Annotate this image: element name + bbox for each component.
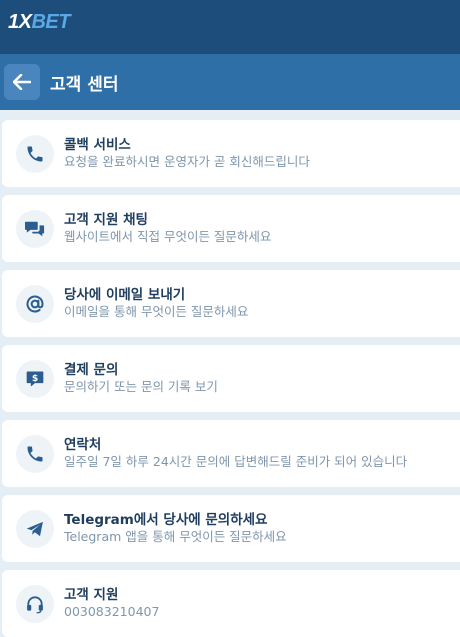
list-item-support-chat[interactable]: 고객 지원 채팅 웹사이트에서 직접 무엇이든 질문하세요: [2, 195, 460, 262]
telegram-icon: [16, 509, 54, 548]
item-subtitle: 이메일을 통해 무엇이든 질문하세요: [64, 304, 249, 319]
page-title: 고객 센터: [50, 74, 119, 95]
item-title: 콜백 서비스: [64, 137, 131, 153]
item-title: Telegram에서 당사에 문의하세요: [64, 512, 268, 528]
svg-text:$: $: [32, 373, 38, 384]
chat-icon: [16, 209, 54, 248]
top-bar: 1XBET: [0, 0, 460, 54]
arrow-left-icon: [13, 74, 31, 90]
phone-icon: [16, 134, 54, 173]
logo-text-b: BET: [31, 11, 70, 33]
brand-logo[interactable]: 1XBET: [8, 11, 70, 34]
list-item-payment-inquiry[interactable]: $ 결제 문의 문의하기 또는 문의 기록 보기: [2, 345, 460, 412]
payment-chat-icon: $: [16, 359, 54, 398]
page-header: 고객 센터: [0, 54, 460, 110]
item-subtitle: 문의하기 또는 문의 기록 보기: [64, 379, 218, 394]
list-item-callback[interactable]: 콜백 서비스 요청을 완료하시면 운영자가 곧 회신해드립니다: [2, 120, 460, 187]
item-subtitle: 003083210407: [64, 604, 160, 619]
item-title: 연락처: [64, 437, 102, 453]
list-item-customer-support[interactable]: 고객 지원 003083210407: [2, 570, 460, 637]
item-title: 당사에 이메일 보내기: [64, 287, 186, 303]
item-subtitle: 일주일 7일 하루 24시간 문의에 답변해드릴 준비가 되어 있습니다: [64, 454, 408, 469]
headset-icon: [16, 584, 54, 623]
item-subtitle: 웹사이트에서 직접 무엇이든 질문하세요: [64, 229, 272, 244]
item-subtitle: Telegram 앱을 통해 무엇이든 질문하세요: [64, 529, 287, 544]
item-subtitle: 요청을 완료하시면 운영자가 곧 회신해드립니다: [64, 154, 310, 169]
list-item-contacts[interactable]: 연락처 일주일 7일 하루 24시간 문의에 답변해드릴 준비가 되어 있습니다: [2, 420, 460, 487]
at-icon: [16, 284, 54, 323]
item-title: 고객 지원 채팅: [64, 212, 148, 228]
item-title: 결제 문의: [64, 362, 119, 378]
phone-icon: [16, 434, 54, 473]
back-button[interactable]: [4, 64, 40, 100]
list-item-telegram[interactable]: Telegram에서 당사에 문의하세요 Telegram 앱을 통해 무엇이든…: [2, 495, 460, 562]
list-item-email[interactable]: 당사에 이메일 보내기 이메일을 통해 무엇이든 질문하세요: [2, 270, 460, 337]
item-title: 고객 지원: [64, 587, 119, 603]
logo-text-a: 1X: [8, 11, 32, 33]
support-options-list: 콜백 서비스 요청을 완료하시면 운영자가 곧 회신해드립니다 고객 지원 채팅…: [0, 110, 460, 637]
